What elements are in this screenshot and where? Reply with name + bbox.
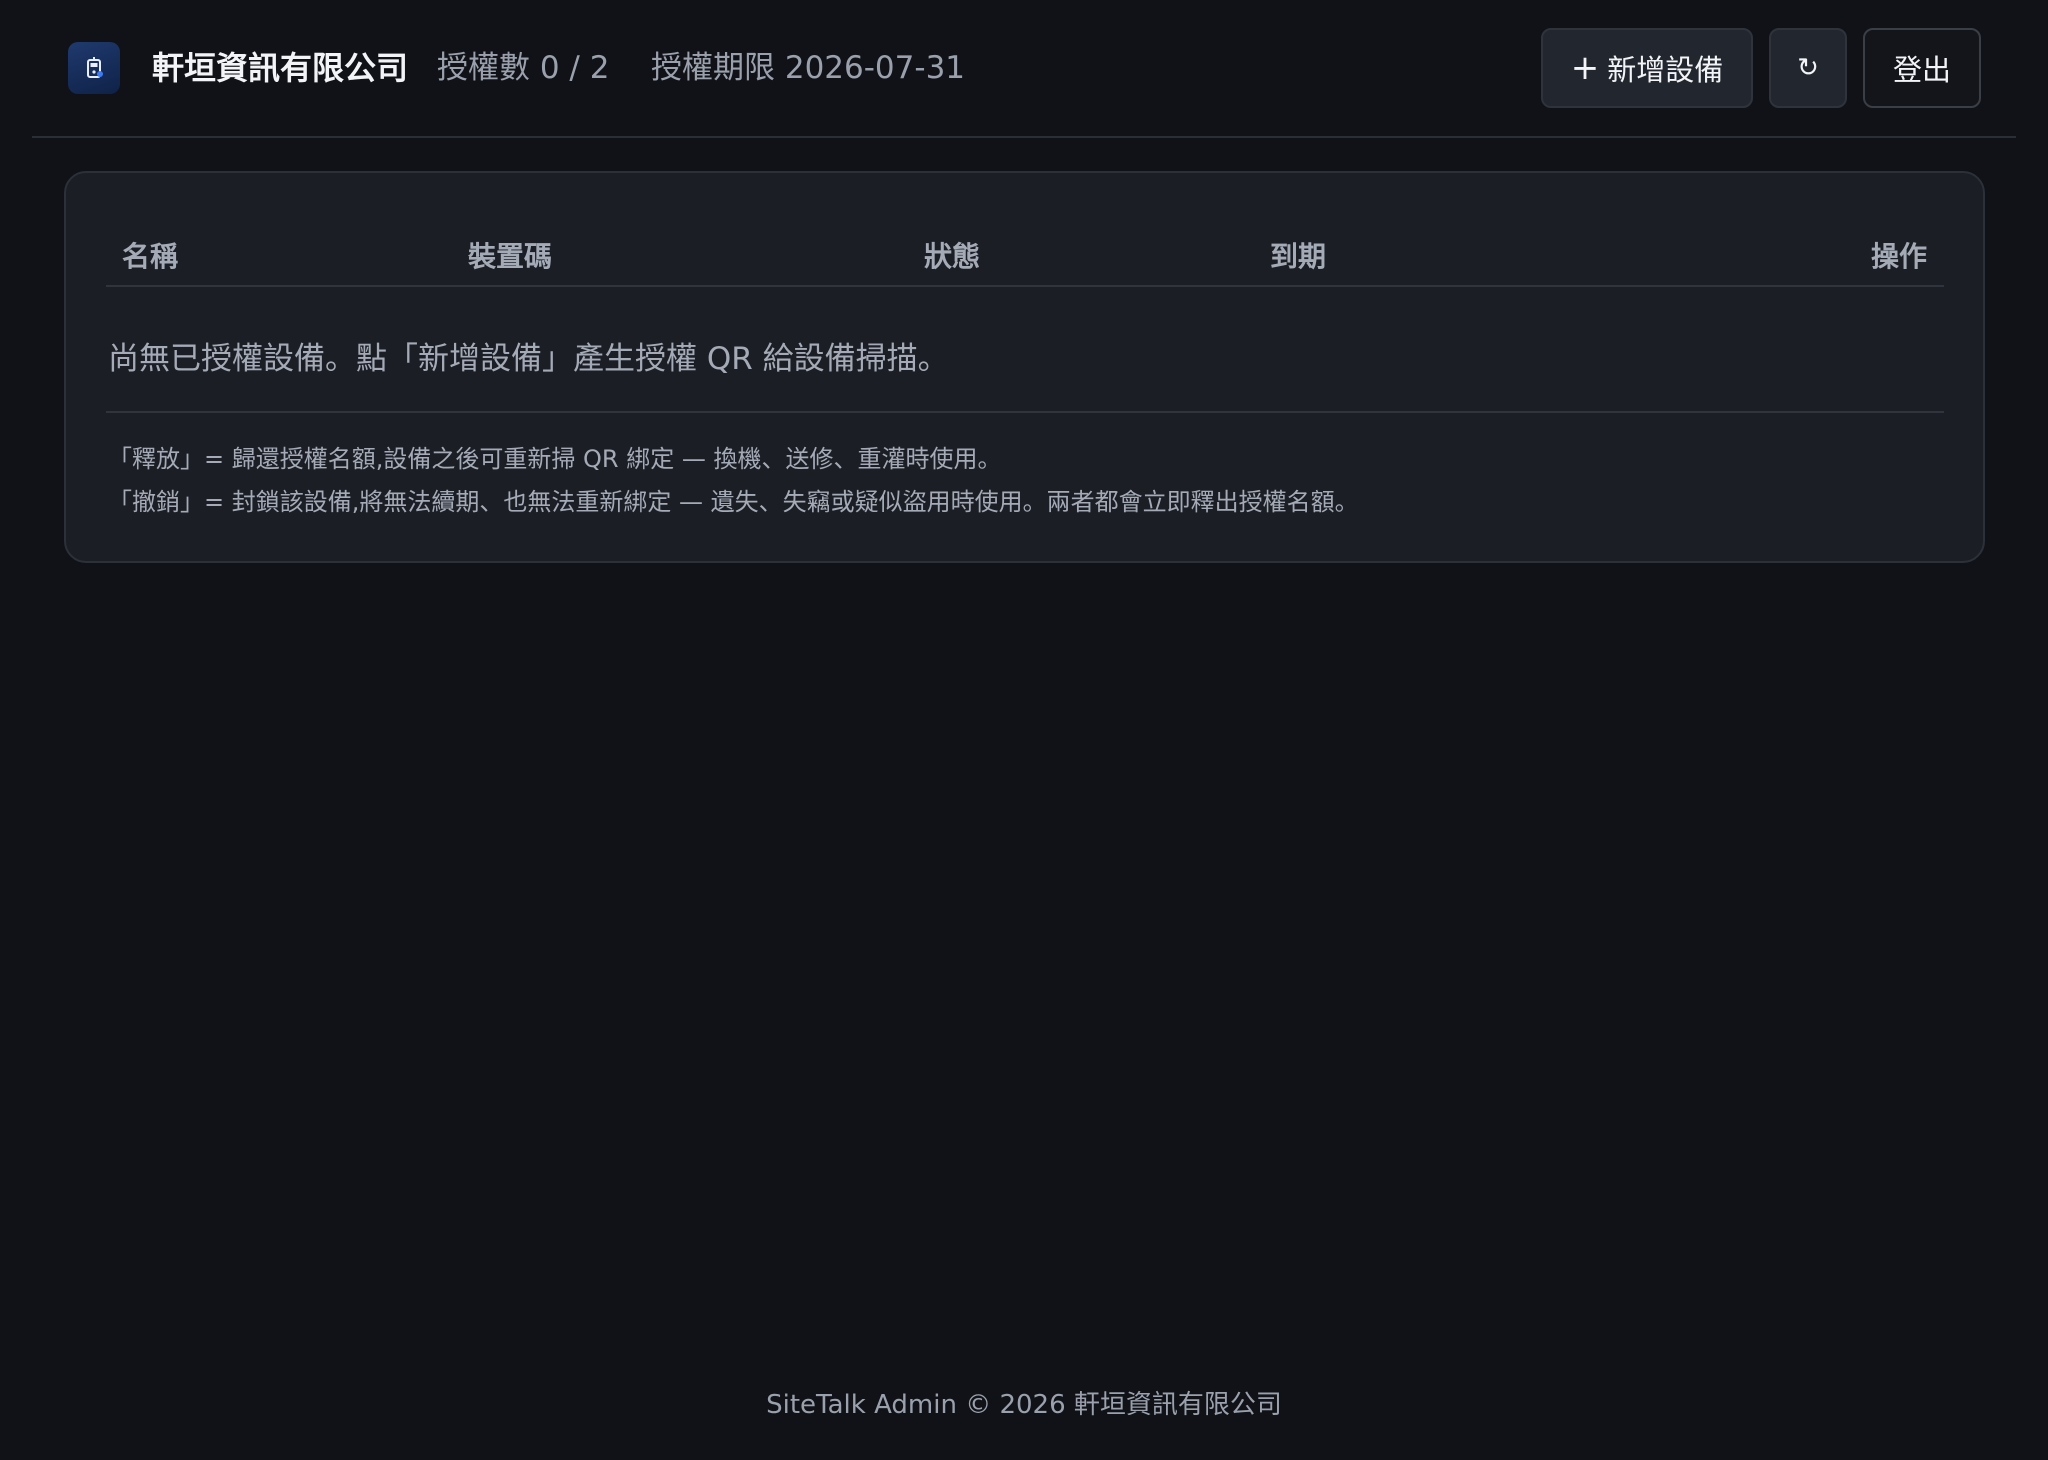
column-header-expiry: 到期 — [1270, 240, 1327, 273]
top-bar: 軒垣資訊有限公司 授權數 0 / 2 授權期限 2026-07-31 + 新增設… — [32, 0, 2016, 138]
license-expiry: 授權期限 2026-07-31 — [651, 50, 966, 86]
license-count: 授權數 0 / 2 — [437, 50, 610, 86]
table-header: 名稱 裝置碼 狀態 到期 操作 — [106, 217, 1944, 287]
column-header-device-code: 裝置碼 — [468, 240, 553, 273]
refresh-button[interactable]: ↻ — [1769, 28, 1847, 108]
footer-text: SiteTalk Admin © 2026 軒垣資訊有限公司 — [766, 1390, 1282, 1420]
empty-state-message: 尚無已授權設備。點「新增設備」產生授權 QR 給設備掃描。 — [108, 341, 949, 377]
add-device-button[interactable]: + 新增設備 — [1541, 28, 1753, 108]
logout-button[interactable]: 登出 — [1863, 28, 1981, 108]
company-name: 軒垣資訊有限公司 — [152, 49, 409, 87]
add-device-label: 新增設備 — [1607, 53, 1724, 87]
admin-page: 軒垣資訊有限公司 授權數 0 / 2 授權期限 2026-07-31 + 新增設… — [0, 0, 2048, 1460]
column-header-actions: 操作 — [1871, 240, 1928, 273]
release-note: 「釋放」= 歸還授權名額,設備之後可重新掃 QR 綁定 — 換機、送修、重灌時使… — [108, 445, 1002, 473]
devices-card: 名稱 裝置碼 狀態 到期 操作 尚無已授權設備。點「新增設備」產生授權 QR 給… — [64, 171, 1985, 563]
app-logo-icon — [68, 42, 120, 94]
plus-icon: + — [1570, 48, 1600, 88]
revoke-note: 「撤銷」= 封鎖該設備,將無法續期、也無法重新綁定 — 遺失、失竊或疑似盜用時使… — [108, 488, 1359, 516]
refresh-icon: ↻ — [1797, 53, 1819, 83]
divider — [106, 411, 1944, 413]
column-header-name: 名稱 — [122, 240, 179, 273]
column-header-status: 狀態 — [924, 240, 981, 273]
